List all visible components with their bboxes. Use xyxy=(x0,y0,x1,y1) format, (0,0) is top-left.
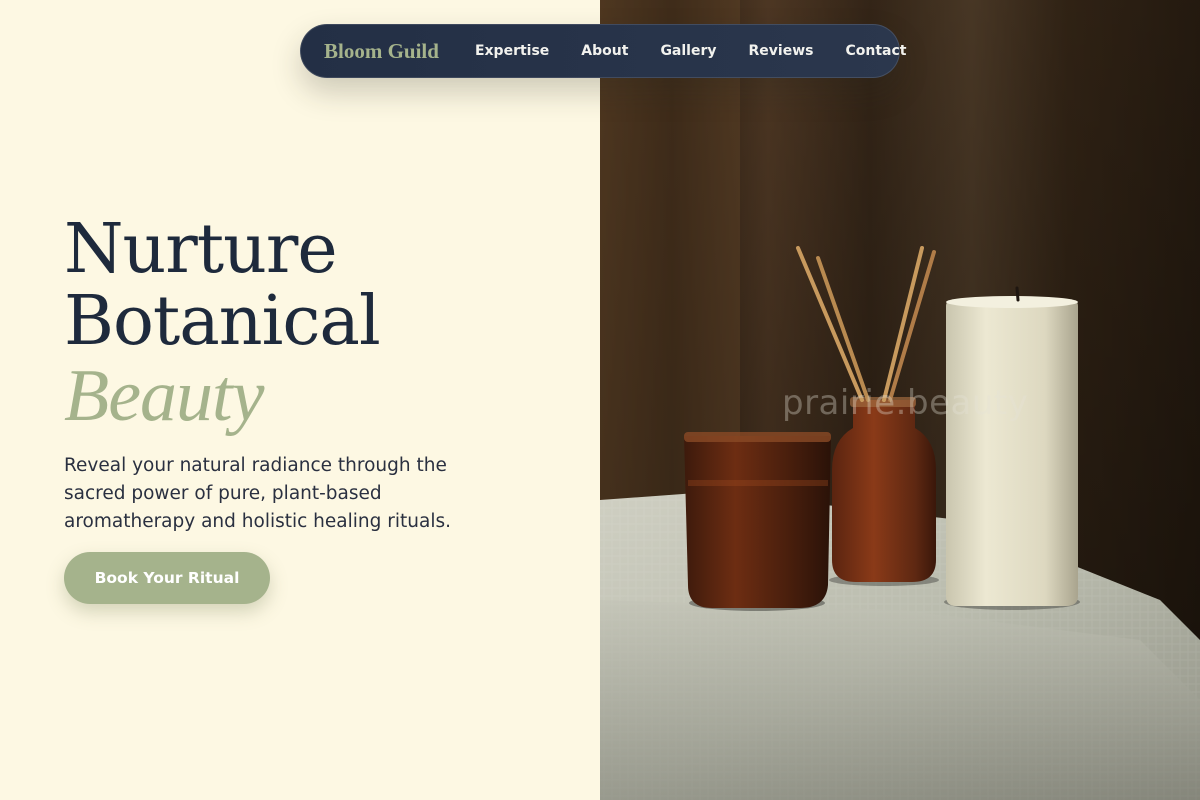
hero-description: Reveal your natural radiance through the… xyxy=(64,455,451,532)
navbar: Bloom Guild Expertise About Gallery Revi… xyxy=(300,24,906,78)
hero-title: Nurture Botanical Beauty xyxy=(64,210,381,437)
nav-link-contact[interactable]: Contact xyxy=(845,43,906,59)
hero-title-line1: Nurture xyxy=(64,210,338,289)
nav-link-expertise[interactable]: Expertise xyxy=(475,43,549,59)
nav-link-about[interactable]: About xyxy=(581,43,628,59)
hero-title-line2: Botanical xyxy=(64,282,381,361)
hero-left-panel: Nurture Botanical Beauty Reveal your nat… xyxy=(0,0,600,800)
book-ritual-button[interactable]: Book Your Ritual xyxy=(64,552,270,604)
nav-link-reviews[interactable]: Reviews xyxy=(749,43,814,59)
hero-photo: prairie.beauty xyxy=(600,0,1200,800)
watermark-text: prairie.beauty xyxy=(782,383,1029,423)
hero-title-accent: Beauty xyxy=(64,355,264,437)
nav-link-gallery[interactable]: Gallery xyxy=(660,43,716,59)
brand-logo[interactable]: Bloom Guild xyxy=(324,39,439,64)
